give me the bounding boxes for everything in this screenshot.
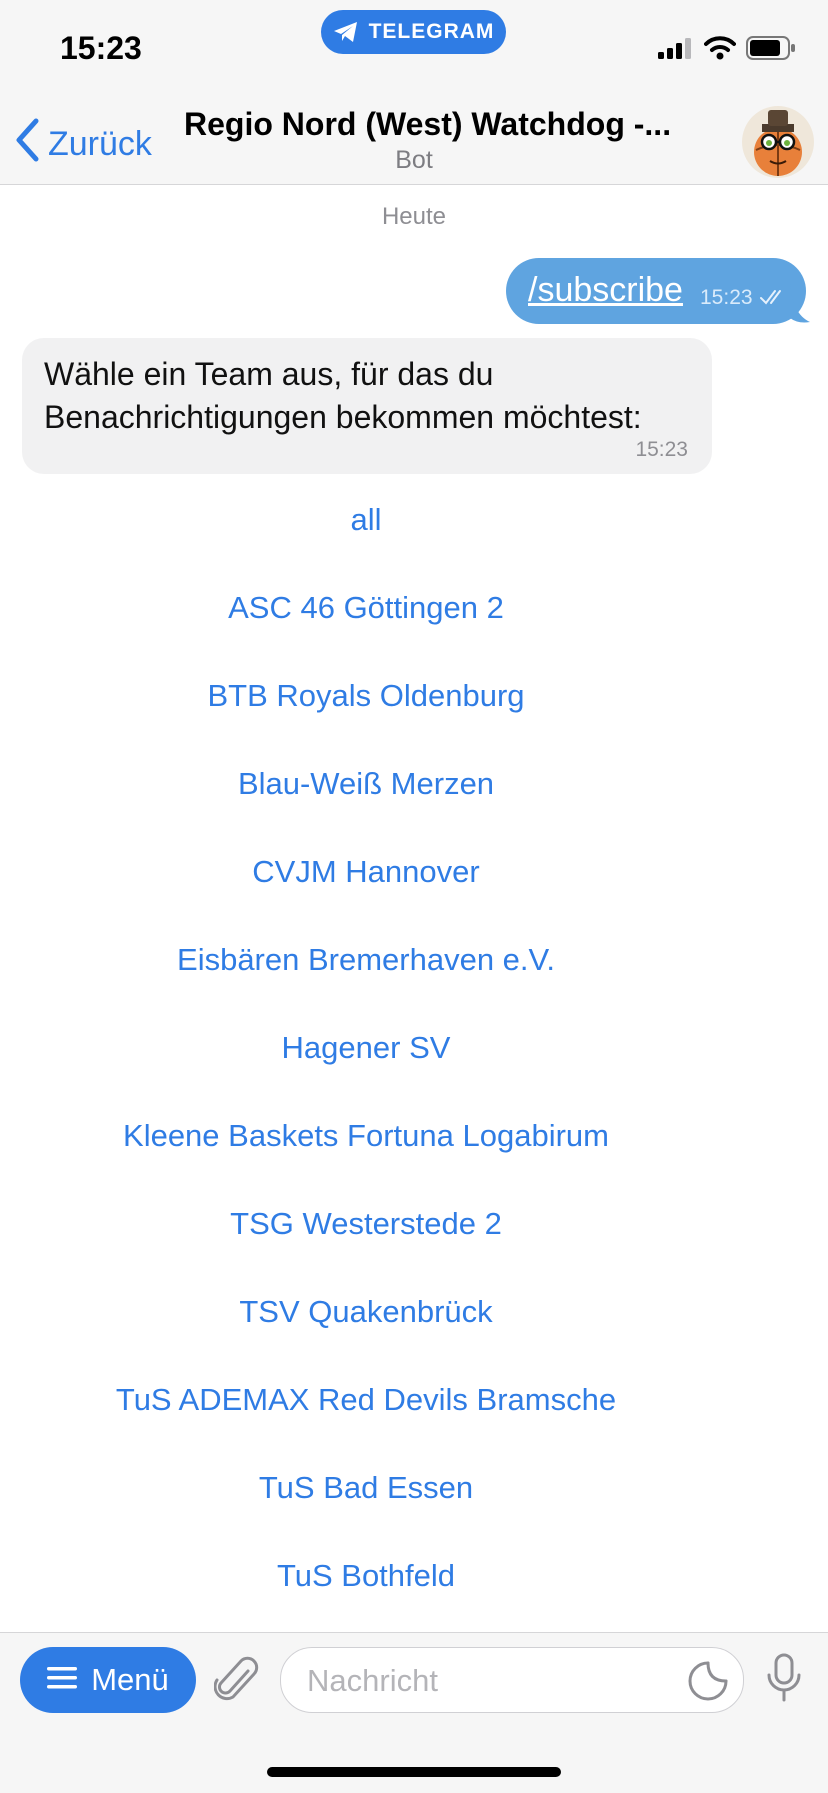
outgoing-message[interactable]: /subscribe 15:23 [506,258,806,324]
chat-title[interactable]: Regio Nord (West) Watchdog -... [184,106,704,143]
telegram-pill[interactable]: TELEGRAM [321,10,506,54]
chevron-left-icon [14,118,40,171]
team-button[interactable]: BTB Royals Oldenburg [0,652,732,740]
pill-label: TELEGRAM [368,20,495,43]
chat-subtitle: Bot [395,146,433,174]
double-check-icon [759,288,789,311]
team-button[interactable]: TSV Quakenbrück [0,1268,732,1356]
incoming-time: 15:23 [635,438,688,461]
team-keyboard: all ASC 46 Göttingen 2 BTB Royals Oldenb… [0,476,732,1620]
team-button[interactable]: CVJM Hannover [0,828,732,916]
team-button[interactable]: Eisbären Bremerhaven e.V. [0,916,732,1004]
team-button[interactable]: Hagener SV [0,1004,732,1092]
menu-icon [47,1662,78,1698]
team-button[interactable]: TuS Bothfeld [0,1532,732,1620]
date-separator: Heute [381,203,447,230]
battery-icon [746,36,796,65]
back-button[interactable]: Zurück [14,118,152,171]
message-input[interactable] [305,1658,669,1704]
team-button[interactable]: ASC 46 Göttingen 2 [0,564,732,652]
signal-icon [658,37,694,64]
back-label: Zurück [48,125,152,163]
bot-avatar[interactable] [742,106,814,178]
incoming-text: Wähle ein Team aus, für das du Benachric… [44,356,642,435]
microphone-icon[interactable] [766,1653,802,1708]
telegram-plane-icon [333,21,359,43]
message-field[interactable] [280,1647,744,1713]
status-icons [658,36,796,65]
team-button[interactable]: Kleene Baskets Fortuna Logabirum [0,1092,732,1180]
paperclip-icon[interactable] [213,1655,260,1710]
chat-header: 15:23 TELEGRAM Zurück Regio Nord (West) … [0,0,828,185]
team-button[interactable]: TSG Westerstede 2 [0,1180,732,1268]
status-time: 15:23 [60,30,142,66]
team-button[interactable]: all [0,476,732,564]
outgoing-command-link[interactable]: /subscribe [528,271,683,310]
menu-button[interactable]: Menü [20,1647,196,1713]
team-button[interactable]: Blau-Weiß Merzen [0,740,732,828]
team-button[interactable]: TuS Bad Essen [0,1444,732,1532]
bubble-tail [790,282,812,331]
sticker-icon[interactable] [687,1660,729,1707]
wifi-icon [704,36,736,65]
outgoing-time: 15:23 [700,286,753,309]
menu-label: Menü [91,1662,169,1697]
team-button[interactable]: TuS ADEMAX Red Devils Bramsche [0,1356,732,1444]
home-indicator[interactable] [267,1767,561,1777]
incoming-message[interactable]: Wähle ein Team aus, für das du Benachric… [22,338,712,474]
